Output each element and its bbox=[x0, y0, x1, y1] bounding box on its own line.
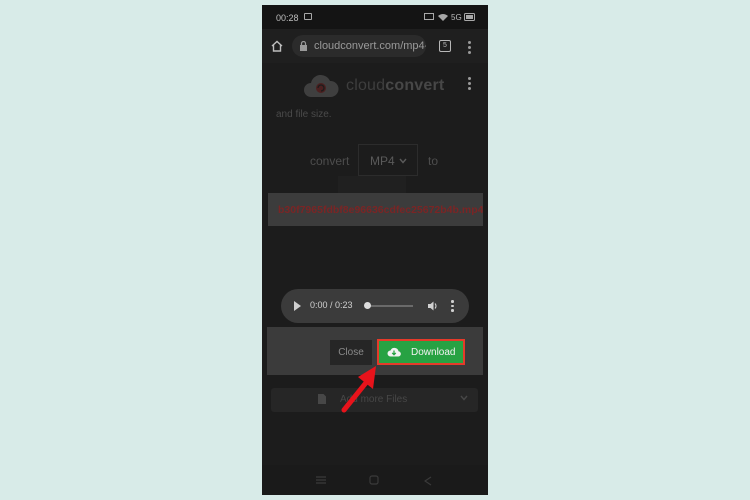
page-description: and file size. bbox=[276, 109, 332, 120]
file-name: b30f7965fdbf8e96636cdfec25672b4b.mp4 bbox=[278, 204, 483, 216]
tab-count: 5 bbox=[443, 42, 447, 49]
tabs-icon[interactable]: 5 bbox=[439, 40, 451, 52]
cloud-logo-icon bbox=[304, 74, 339, 97]
page-menu-icon[interactable] bbox=[468, 77, 471, 92]
file-icon bbox=[318, 394, 326, 404]
chevron-down-icon bbox=[399, 158, 407, 164]
audio-seek-thumb[interactable] bbox=[364, 302, 371, 309]
play-icon[interactable] bbox=[294, 301, 301, 311]
url-text: cloudconvert.com/mp4- bbox=[314, 40, 426, 52]
status-time: 00:28 bbox=[276, 13, 299, 23]
address-bar[interactable]: cloudconvert.com/mp4- bbox=[292, 35, 426, 57]
format-select[interactable]: MP4 bbox=[358, 144, 418, 176]
network-type: 5G bbox=[451, 13, 462, 22]
phone-screen: 00:28 5G cloudconvert.com/mp4- 5 cloudco… bbox=[262, 5, 488, 495]
audio-player[interactable]: 0:00 / 0:23 bbox=[281, 289, 469, 323]
file-name-bar: b30f7965fdbf8e96636cdfec25672b4b.mp4 bbox=[268, 193, 483, 226]
brand-name[interactable]: cloudconvert bbox=[346, 77, 444, 95]
cloud-download-icon bbox=[387, 347, 401, 357]
format-divider bbox=[338, 176, 406, 193]
nav-home-icon[interactable] bbox=[369, 475, 379, 485]
audio-seek-bar[interactable] bbox=[365, 305, 413, 307]
download-label: Download bbox=[411, 347, 456, 358]
lock-icon bbox=[300, 41, 307, 51]
nav-back-icon[interactable] bbox=[424, 476, 432, 486]
notification-icon bbox=[304, 13, 312, 20]
browser-toolbar: cloudconvert.com/mp4- 5 bbox=[262, 29, 488, 63]
red-arrow-annotation bbox=[341, 366, 376, 413]
chevron-down-icon bbox=[460, 395, 468, 401]
home-icon[interactable] bbox=[271, 40, 283, 52]
system-nav-bar bbox=[262, 465, 488, 495]
status-bar: 00:28 5G bbox=[262, 5, 488, 29]
browser-more-icon[interactable] bbox=[468, 41, 471, 56]
convert-label: convert bbox=[310, 154, 350, 168]
cast-icon bbox=[424, 13, 434, 20]
web-page: cloudconvert and file size. convert MP4 … bbox=[262, 63, 488, 495]
audio-time: 0:00 / 0:23 bbox=[310, 300, 353, 310]
battery-icon bbox=[464, 13, 475, 21]
download-button[interactable]: Download bbox=[377, 339, 465, 365]
to-label: to bbox=[428, 154, 439, 168]
volume-icon[interactable] bbox=[427, 300, 439, 312]
audio-more-icon[interactable] bbox=[451, 300, 454, 314]
format-value: MP4 bbox=[370, 154, 395, 168]
nav-menu-icon[interactable] bbox=[316, 476, 326, 484]
wifi-icon bbox=[438, 14, 448, 21]
